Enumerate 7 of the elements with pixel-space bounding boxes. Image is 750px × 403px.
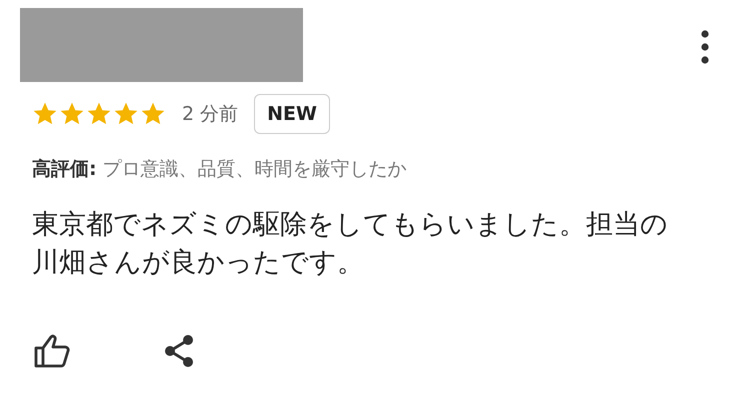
share-icon	[162, 334, 196, 368]
rating-criteria: 高評価: プロ意識、品質、時間を厳守したか	[32, 157, 408, 182]
review-time: 2 分前	[182, 102, 238, 127]
new-badge: NEW	[254, 94, 330, 134]
review-text: 東京都でネズミの駆除をしてもらいました。担当の川畑さんが良かったです。	[32, 208, 669, 280]
thumbs-up-icon	[34, 334, 70, 368]
more-options-icon[interactable]	[700, 30, 710, 64]
